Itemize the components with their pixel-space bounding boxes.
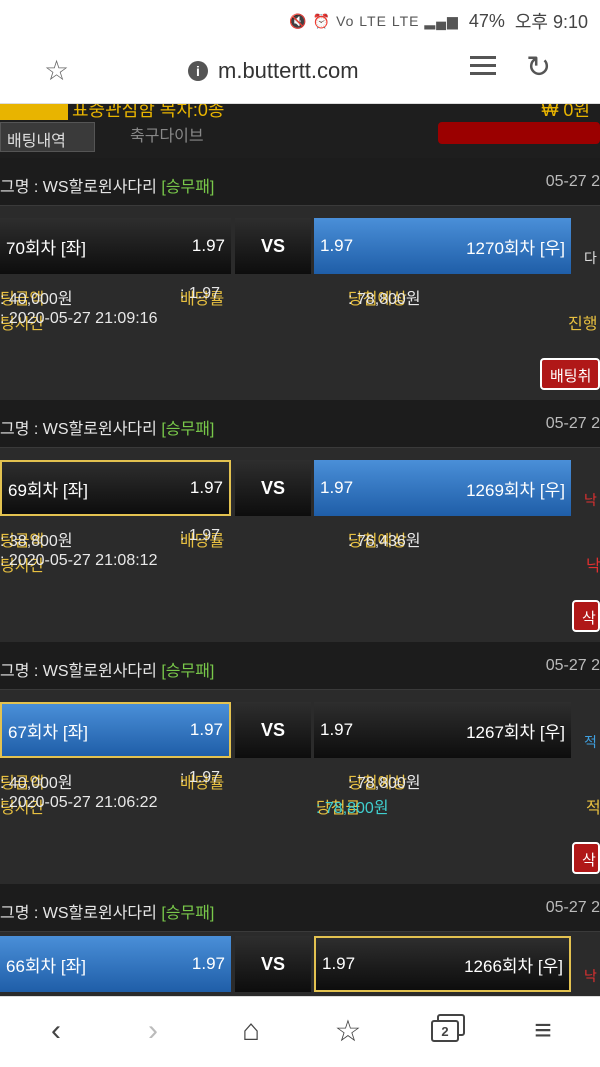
delete-button[interactable]: 삭	[572, 600, 600, 632]
bet-item: 그명 : WS할로윈사다리 [승무패] 05-27 2 66회차 [좌] 1.97…	[0, 884, 600, 996]
vs-label: VS	[235, 460, 311, 516]
tab-bet-history[interactable]: 배팅내역	[0, 122, 95, 152]
browser-bottom-nav: ‹ › ⌂ ☆ 2 ≡	[0, 996, 600, 1067]
bet-info-row: 팅금액: 40,000원 배당률: 1.97 당첨예상: 78,800원	[0, 769, 421, 792]
vs-label: VS	[235, 702, 311, 758]
side-status-fragment: 낙	[584, 492, 597, 508]
status-icons: 🔇 ⏰ Vo LTE LTE ▂▄▆	[289, 12, 459, 29]
bookmark-star-icon[interactable]: ☆	[44, 54, 69, 87]
game-name: 그명 : WS할로윈사다리 [승무패]	[0, 421, 215, 438]
bookmarks-icon[interactable]: ☆	[326, 1011, 370, 1051]
site-info-icon[interactable]: i	[188, 61, 208, 81]
delete-button[interactable]: 삭	[572, 842, 600, 874]
game-name: 그명 : WS할로윈사다리 [승무패]	[0, 179, 215, 196]
game-name: 그명 : WS할로윈사다리 [승무패]	[0, 905, 215, 922]
tabs-count: 2	[431, 1020, 459, 1042]
menu-icon[interactable]: ≡	[521, 1011, 565, 1051]
vs-label: VS	[235, 936, 311, 992]
left-pick[interactable]: 70회차 [좌] 1.97	[0, 218, 231, 274]
game-bar: 그명 : WS할로윈사다리 [승무패] 05-27 2	[0, 642, 600, 690]
logo-fragment	[0, 104, 68, 120]
bet-status: 적	[586, 800, 600, 817]
right-pick[interactable]: 1.97 1266회차 [우]	[314, 936, 571, 992]
right-pick[interactable]: 1.97 1270회차 [우]	[314, 218, 571, 274]
page-header-fragment: 표중관심함 목차:0종 ₩ 0원 배팅내역 축구다이브	[0, 104, 600, 158]
forward-icon[interactable]: ›	[131, 1011, 175, 1051]
url-text: m.buttertt.com	[218, 58, 359, 83]
match-row: 67회차 [좌] 1.97 VS 1.97 1267회차 [우] 적	[0, 702, 600, 758]
header-right-text: ₩ 0원	[541, 104, 590, 120]
reader-mode-icon[interactable]	[470, 56, 496, 82]
battery-level: 47%	[468, 10, 505, 31]
cancel-bet-button[interactable]: 배팅취	[540, 358, 600, 390]
left-pick[interactable]: 66회차 [좌] 1.97	[0, 936, 231, 992]
game-bar: 그명 : WS할로윈사다리 [승무패] 05-27 2	[0, 158, 600, 206]
game-date: 05-27 2	[545, 415, 600, 432]
bet-time-row: 팅시간: 2020-05-27 21:08:12 낙	[0, 552, 600, 575]
tabs-icon[interactable]: 2	[423, 1011, 467, 1051]
clock: 오후 9:10	[514, 12, 588, 32]
bet-item: 그명 : WS할로윈사다리 [승무패] 05-27 2 69회차 [좌] 1.97…	[0, 400, 600, 642]
right-pick[interactable]: 1.97 1267회차 [우]	[314, 702, 571, 758]
match-row: 69회차 [좌] 1.97 VS 1.97 1269회차 [우] 낙	[0, 460, 600, 516]
right-pick[interactable]: 1.97 1269회차 [우]	[314, 460, 571, 516]
address-field[interactable]: i m.buttertt.com	[188, 58, 359, 84]
game-name: 그명 : WS할로윈사다리 [승무패]	[0, 663, 215, 680]
bet-info-row: 팅금액: 40,000원 배당률: 1.97 당첨예상: 78,800원	[0, 285, 421, 308]
bet-status: 낙	[586, 558, 600, 575]
header-left-text: 표중관심함 목차:0종	[72, 104, 225, 120]
status-bar: 🔇 ⏰ Vo LTE LTE ▂▄▆ 47% 오후 9:10	[0, 0, 600, 38]
bet-time-row: 팅시간: 2020-05-27 21:09:16 진행	[0, 310, 598, 333]
bet-time-row: 팅시간: 2020-05-27 21:06:22 당첨금: 78,800원 적	[0, 794, 600, 817]
side-status-fragment: 적	[584, 734, 597, 750]
match-row: 66회차 [좌] 1.97 VS 1.97 1266회차 [우] 낙	[0, 936, 600, 992]
side-status-fragment: 낙	[584, 968, 597, 984]
reload-icon[interactable]: ↻	[526, 50, 551, 85]
game-date: 05-27 2	[545, 173, 600, 190]
side-status-fragment: 다	[584, 250, 597, 266]
game-bar: 그명 : WS할로윈사다리 [승무패] 05-27 2	[0, 884, 600, 932]
bet-item: 그명 : WS할로윈사다리 [승무패] 05-27 2 70회차 [좌] 1.97…	[0, 158, 600, 400]
bet-status: 진행	[568, 316, 598, 333]
game-date: 05-27 2	[545, 899, 600, 916]
bet-item: 그명 : WS할로윈사다리 [승무패] 05-27 2 67회차 [좌] 1.97…	[0, 642, 600, 884]
match-row: 70회차 [좌] 1.97 VS 1.97 1270회차 [우] 다	[0, 218, 600, 274]
bet-info-row: 팅금액: 38,800원 배당률: 1.97 당첨예상: 76,436원	[0, 527, 421, 550]
vs-label: VS	[235, 218, 311, 274]
game-bar: 그명 : WS할로윈사다리 [승무패] 05-27 2	[0, 400, 600, 448]
header-red-button[interactable]	[438, 122, 600, 144]
game-date: 05-27 2	[545, 657, 600, 674]
left-pick[interactable]: 69회차 [좌] 1.97	[0, 460, 231, 516]
tab-other[interactable]: 축구다이브	[130, 122, 204, 146]
home-icon[interactable]: ⌂	[229, 1011, 273, 1051]
back-icon[interactable]: ‹	[34, 1011, 78, 1051]
browser-url-bar: ☆ i m.buttertt.com ↻	[0, 38, 600, 104]
left-pick[interactable]: 67회차 [좌] 1.97	[0, 702, 231, 758]
